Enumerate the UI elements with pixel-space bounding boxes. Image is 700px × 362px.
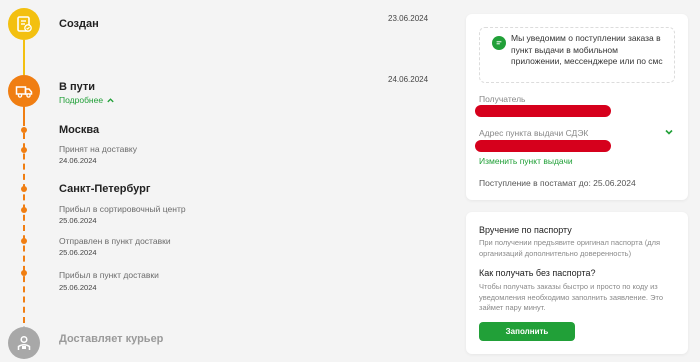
chevron-up-icon: [107, 97, 114, 102]
timeline-dot: [21, 238, 27, 244]
timeline-dot: [21, 270, 27, 276]
order-status-timeline: Создан 23.06.2024 В пути 24.06.2024 Подр…: [0, 0, 440, 362]
no-passport-question: Как получать без паспорта?: [479, 268, 596, 278]
details-toggle-link[interactable]: Подробнее: [59, 95, 115, 105]
tracking-event-date: 25.06.2024: [59, 248, 97, 257]
chevron-down-icon[interactable]: [664, 127, 674, 137]
passport-note: При получении предъявите оригинал паспор…: [479, 238, 661, 258]
status-date-created: 23.06.2024: [388, 14, 429, 23]
change-pickup-point-link[interactable]: Изменить пункт выдачи: [479, 156, 573, 166]
timeline-dot: [21, 186, 27, 192]
document-check-icon: [17, 16, 32, 32]
arrival-deadline-text: Поступление в постамат до: 25.06.2024: [479, 178, 636, 188]
tracking-event-date: 25.06.2024: [59, 216, 97, 225]
fill-application-button[interactable]: Заполнить: [479, 322, 575, 341]
courier-icon: [17, 335, 31, 350]
status-title-courier: Доставляет курьер: [59, 333, 164, 345]
tracking-event-text: Принят на доставку: [59, 144, 137, 154]
tracking-event-text: Отправлен в пункт доставки: [59, 236, 171, 246]
status-courier-circle: [8, 327, 40, 359]
status-title-in-transit: В пути: [59, 81, 96, 93]
city-name: Москва: [59, 124, 100, 136]
tracking-event-date: 25.06.2024: [59, 283, 97, 292]
tracking-event-text: Прибыл в сортировочный центр: [59, 204, 186, 214]
pickup-address-label: Адрес пункта выдачи СДЭК: [479, 128, 589, 138]
details-toggle-label: Подробнее: [59, 95, 104, 105]
no-passport-explanation: Чтобы получать заказы быстро и просто по…: [479, 282, 663, 312]
status-in-transit-circle: [8, 75, 40, 107]
recipient-value-redacted: [475, 105, 611, 117]
passport-card-title: Вручение по паспорту: [479, 225, 572, 235]
timeline-line-segment: [23, 40, 25, 75]
recipient-label: Получатель: [479, 94, 526, 104]
truck-icon: [15, 86, 33, 98]
message-lines-icon: [496, 41, 502, 45]
status-title-created: Создан: [59, 18, 99, 30]
city-name: Санкт-Петербург: [59, 183, 151, 195]
status-created-circle: [8, 8, 40, 40]
tracking-event-date: 24.06.2024: [59, 156, 97, 165]
status-date-in-transit: 24.06.2024: [388, 75, 429, 84]
timeline-dot: [21, 207, 27, 213]
notification-box: Мы уведомим о поступлении заказа в пункт…: [479, 27, 675, 83]
notification-text: Мы уведомим о поступлении заказа в пункт…: [511, 33, 663, 66]
timeline-dot: [21, 127, 27, 133]
chat-icon: [492, 36, 506, 50]
pickup-address-value-redacted: [475, 140, 611, 152]
timeline-dot: [21, 147, 27, 153]
timeline-dashed-segment: [23, 133, 25, 323]
tracking-event-text: Прибыл в пункт доставки: [59, 270, 159, 280]
timeline-line-segment: [23, 106, 25, 126]
